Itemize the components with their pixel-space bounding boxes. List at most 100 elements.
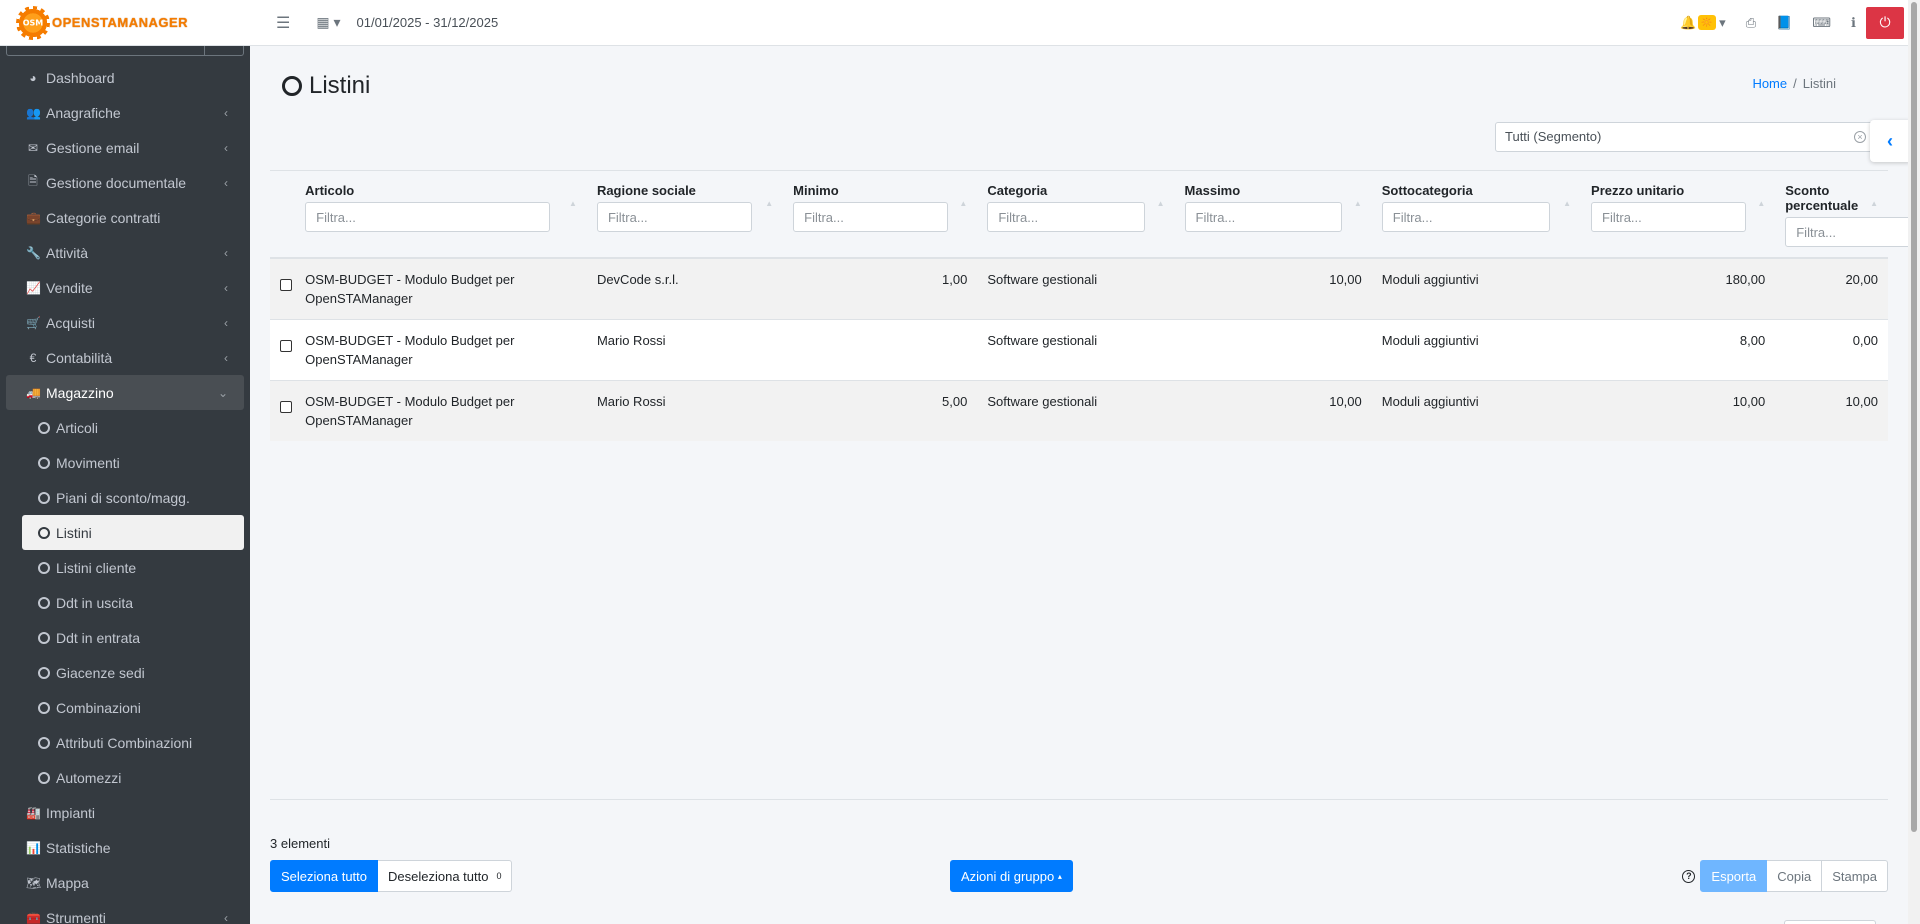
column-filter-input[interactable]	[1381, 202, 1550, 232]
date-range[interactable]: 01/01/2025 - 31/12/2025	[357, 15, 499, 30]
deselect-all-button[interactable]: Deseleziona tutto 0	[378, 860, 513, 892]
select-all-button[interactable]: Seleziona tutto	[270, 860, 379, 892]
sidebar-subitem-articoli[interactable]: Articoli	[22, 410, 244, 445]
notifications-bell-icon[interactable]: 🔔 🔆 ▾	[1670, 15, 1736, 31]
sidebar-subitem-ddt-in-entrata[interactable]: Ddt in entrata	[22, 620, 244, 655]
chevron-left-icon[interactable]: ‹	[1870, 120, 1910, 162]
row-checkbox[interactable]	[280, 279, 292, 291]
keyboard-icon[interactable]: ⌨	[1802, 15, 1841, 31]
euro-icon: €	[29, 350, 37, 365]
sidebar-item-gestione-documentale[interactable]: 🗎 Gestione documentale ‹	[6, 165, 244, 200]
table-cell: OSM-BUDGET - Modulo Budget per OpenSTAMa…	[295, 319, 587, 381]
power-off-icon[interactable]: ⏻	[1866, 6, 1904, 39]
column-filter-input[interactable]	[1591, 202, 1747, 232]
sort-icon[interactable]: ▲	[569, 199, 577, 208]
sidebar-subitem-giacenze-sedi[interactable]: Giacenze sedi	[22, 655, 244, 690]
sidebar-item-acquisti[interactable]: 🛒 Acquisti ‹	[6, 305, 244, 340]
column-filter-input[interactable]	[1785, 217, 1920, 247]
sort-icon[interactable]: ▲	[959, 199, 967, 208]
chevron-down-icon: ⌄	[217, 385, 228, 400]
sidebar-item-gestione-email[interactable]: ✉ Gestione email ‹	[6, 130, 244, 165]
table-row[interactable]: OSM-BUDGET - Modulo Budget per OpenSTAMa…	[270, 257, 1888, 320]
calendar-icon[interactable]: ▦ ▾	[306, 14, 350, 31]
sidebar-subitem-automezzi[interactable]: Automezzi	[22, 760, 244, 795]
sidebar-subitem-label: Ddt in uscita	[56, 594, 134, 611]
table-cell: 0,00	[1775, 319, 1888, 381]
sidebar-item-magazzino[interactable]: 🚚 Magazzino ⌄	[6, 375, 244, 410]
info-icon[interactable]: ℹ	[1841, 15, 1866, 31]
sidebar-item-contabilit-[interactable]: € Contabilità ‹	[6, 340, 244, 375]
sidebar-item-label: Attività	[46, 244, 89, 261]
row-checkbox[interactable]	[280, 340, 292, 352]
group-actions-button[interactable]: Azioni di gruppo ▴	[950, 860, 1073, 892]
scrollbar-thumb[interactable]	[1911, 2, 1917, 832]
column-filter-input[interactable]	[987, 202, 1146, 232]
notification-badge: 🔆	[1698, 15, 1716, 30]
page-scrollbar[interactable]	[1908, 0, 1920, 924]
sidebar-item-mappa[interactable]: 🗺 Mappa	[6, 865, 244, 900]
table-cell: 5,00	[783, 380, 978, 441]
sidebar-item-impianti[interactable]: 🏭 Impianti	[6, 795, 244, 830]
print-button[interactable]: Stampa	[1822, 860, 1888, 892]
breadcrumb-home[interactable]: Home	[1752, 76, 1787, 91]
brand-logo[interactable]: OSM OPENSTAMANAGER	[0, 0, 250, 46]
sort-icon[interactable]: ▲	[765, 199, 773, 208]
column-header-prezzo-unitario[interactable]: Prezzo unitario ▲	[1581, 170, 1776, 259]
column-header-sconto-percentuale[interactable]: Sconto percentuale ▲	[1775, 170, 1920, 259]
sidebar-item-label: Categorie contratti	[46, 209, 161, 226]
column-filter-input[interactable]	[793, 202, 949, 232]
sidebar-item-vendite[interactable]: 📈 Vendite ‹	[6, 270, 244, 305]
column-filter-input[interactable]	[1184, 202, 1342, 232]
sidebar-subitem-listini[interactable]: Listini	[22, 515, 244, 550]
sidebar-subitem-label: Piani di sconto/magg.	[56, 489, 190, 506]
sort-icon[interactable]: ▲	[1563, 199, 1571, 208]
sidebar-item-categorie-contratti[interactable]: 💼 Categorie contratti	[6, 200, 244, 235]
sort-icon[interactable]: ▲	[1870, 199, 1878, 208]
export-button[interactable]: Esporta	[1700, 860, 1768, 892]
table-cell: Moduli aggiuntivi	[1371, 319, 1582, 381]
column-header-massimo[interactable]: Massimo ▲	[1174, 170, 1372, 259]
column-filter-input[interactable]	[596, 202, 752, 232]
question-circle-icon[interactable]: ?	[1682, 869, 1696, 883]
sidebar-subitem-combinazioni[interactable]: Combinazioni	[22, 690, 244, 725]
print-icon[interactable]: ⎙	[1736, 15, 1766, 31]
column-header-articolo[interactable]: Articolo ▲	[295, 170, 587, 259]
record-count: 3 elementi	[270, 836, 330, 851]
column-header-ragione-sociale[interactable]: Ragione sociale ▲	[586, 170, 784, 259]
table-row[interactable]: OSM-BUDGET - Modulo Budget per OpenSTAMa…	[270, 319, 1888, 381]
sidebar-item-dashboard[interactable]: ◕ Dashboard	[6, 60, 244, 95]
sidebar-subitem-movimenti[interactable]: Movimenti	[22, 445, 244, 480]
caret-up-icon: ▴	[1057, 871, 1062, 881]
row-checkbox[interactable]	[280, 401, 292, 413]
truck-icon: 🚚	[26, 385, 41, 400]
sidebar-subitem-piani-di-sconto-magg-[interactable]: Piani di sconto/magg.	[22, 480, 244, 515]
sidebar-search[interactable]	[6, 46, 244, 56]
sidebar-subitem-listini-cliente[interactable]: Listini cliente	[22, 550, 244, 585]
sidebar-subitem-ddt-in-uscita[interactable]: Ddt in uscita	[22, 585, 244, 620]
menu-toggle-icon[interactable]: ☰	[266, 13, 300, 33]
sidebar-item-anagrafiche[interactable]: 👥 Anagrafiche ‹	[6, 95, 244, 130]
sort-icon[interactable]: ▲	[1757, 199, 1765, 208]
clear-icon[interactable]: ×	[1854, 131, 1866, 143]
table-row[interactable]: OSM-BUDGET - Modulo Budget per OpenSTAMa…	[270, 380, 1888, 441]
column-header-categoria[interactable]: Categoria ▲	[977, 170, 1175, 259]
column-filter-input[interactable]	[305, 202, 551, 232]
column-header-minimo[interactable]: Minimo ▲	[783, 170, 978, 259]
sidebar-item-attivit-[interactable]: 🔧 Attività ‹	[6, 235, 244, 270]
sidebar-subitem-attributi-combinazioni[interactable]: Attributi Combinazioni	[22, 725, 244, 760]
gear-logo-icon: OSM	[16, 5, 50, 40]
sort-icon[interactable]: ▲	[1157, 199, 1165, 208]
book-icon[interactable]: 📘	[1766, 15, 1802, 31]
table-cell: 10,00	[1581, 380, 1776, 441]
selected-count-badge: 0	[496, 871, 502, 881]
sort-icon[interactable]: ▲	[1354, 199, 1362, 208]
sidebar-search-input[interactable]	[7, 46, 205, 55]
sidebar-item-statistiche[interactable]: 📊 Statistiche	[6, 830, 244, 865]
sidebar-search-button[interactable]	[205, 46, 243, 55]
column-header-sottocategoria[interactable]: Sottocategoria ▲	[1371, 170, 1582, 259]
sidebar-item-strumenti[interactable]: 🧰 Strumenti ‹	[6, 900, 244, 924]
table-cell: OSM-BUDGET - Modulo Budget per OpenSTAMa…	[295, 257, 587, 320]
segment-select[interactable]: Tutti (Segmento) ×	[1495, 122, 1875, 152]
copy-button[interactable]: Copia	[1767, 860, 1823, 892]
circle-icon	[38, 736, 50, 749]
